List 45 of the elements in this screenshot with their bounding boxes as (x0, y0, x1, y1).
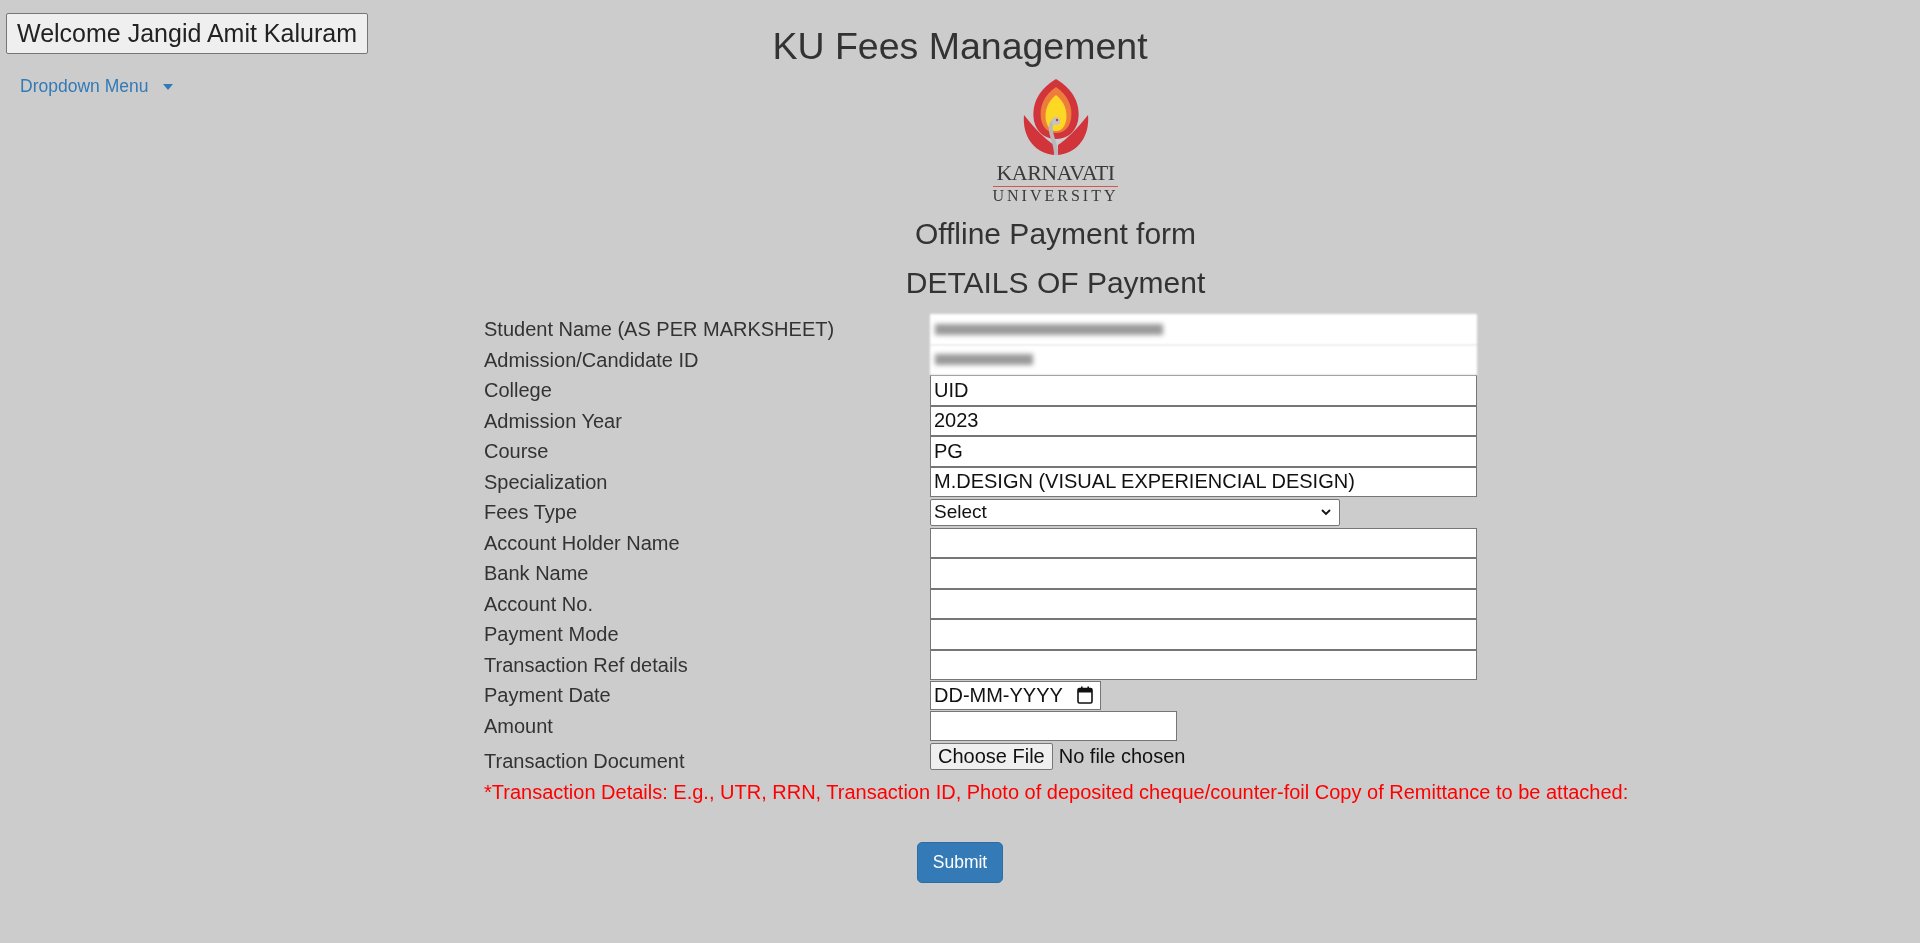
flame-emblem-icon (1022, 79, 1089, 155)
choose-file-button[interactable]: Choose File (930, 742, 1053, 770)
input-field[interactable] (930, 527, 1477, 558)
input-field[interactable] (930, 344, 1477, 375)
field-label: Admission Year (484, 408, 623, 433)
field-label: Account No. (484, 591, 594, 616)
field-label: College (484, 378, 553, 403)
field-label: Account Holder Name (484, 530, 681, 555)
input-field[interactable]: PG (930, 436, 1477, 467)
field-label: Specialization (484, 469, 609, 494)
blurred-text-icon (935, 323, 1163, 335)
field-label: Course (484, 439, 550, 464)
file-status: No file chosen (1058, 744, 1186, 769)
blurred-text-icon (935, 354, 1033, 366)
calendar-icon[interactable] (1077, 686, 1093, 705)
input-field[interactable] (930, 649, 1477, 680)
input-field[interactable] (930, 314, 1477, 345)
field-label: Transaction Ref details (484, 652, 689, 677)
input-field[interactable] (930, 619, 1477, 650)
field-label: Admission/Candidate ID (484, 347, 700, 372)
input-field[interactable] (930, 558, 1477, 589)
input-field[interactable]: M.DESIGN (VISUAL EXPERIENCIAL DESIGN) (930, 466, 1477, 497)
submit-button[interactable]: Submit (916, 842, 1004, 883)
input-field[interactable]: 2023 (930, 405, 1477, 436)
caret-down-icon (163, 83, 174, 90)
date-input-field[interactable]: DD-MM-YYYY (930, 680, 1101, 710)
field-label: Student Name (AS PER MARKSHEET) (484, 317, 836, 342)
field-label: Payment Mode (484, 622, 620, 647)
logo-wordmark: KARNAVATI (996, 162, 1115, 184)
form-title: Offline Payment form (914, 217, 1197, 250)
page-title: KU Fees Management (772, 26, 1148, 68)
input-field[interactable]: UID (930, 375, 1477, 406)
field-label: Fees Type (484, 500, 579, 525)
welcome-button[interactable]: Welcome Jangid Amit Kaluram (6, 13, 368, 54)
field-label: Amount (484, 713, 554, 738)
field-label: Transaction Document (484, 749, 686, 773)
field-label: Bank Name (484, 561, 590, 586)
input-field[interactable] (930, 588, 1477, 619)
select-dropdown[interactable]: Select (930, 498, 1340, 526)
input-field[interactable] (930, 710, 1177, 741)
chevron-down-icon (1321, 508, 1331, 516)
transaction-note: *Transaction Details: E.g., UTR, RRN, Transaction ID, Photo of deposited cheque/counter-foil Copy of Remittance to be attached: (484, 780, 1627, 805)
section-heading: DETAILS OF Payment (905, 266, 1206, 299)
field-label: Payment Date (484, 683, 612, 708)
logo-subtitle: UNIVERSITY (992, 188, 1119, 204)
